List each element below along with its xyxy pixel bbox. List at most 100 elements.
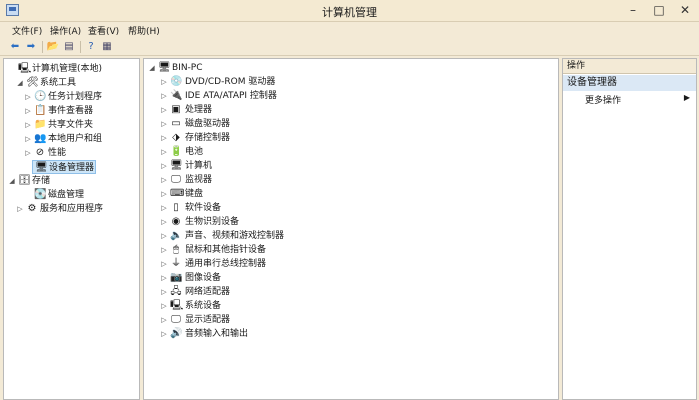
menu-view[interactable]: 查看(V)	[88, 24, 119, 37]
forward-arrow-icon[interactable]: ➡	[24, 40, 38, 53]
expand-arrow-icon[interactable]: ▷	[160, 103, 168, 117]
tree-item[interactable]: ▷ ⚙ 服务和应用程序	[4, 202, 139, 216]
monitor-icon: 🖵	[171, 174, 181, 185]
device-category-row[interactable]: ▷ 🖧 网络适配器	[144, 285, 544, 299]
device-category-row[interactable]: ▷ 🖥 计算机	[144, 159, 544, 173]
device-category-label: 电池	[185, 147, 204, 157]
show-hide-tree-icon[interactable]: ▤	[62, 40, 76, 53]
device-category-row[interactable]: ▷ 🖵 监视器	[144, 173, 544, 187]
tree-item[interactable]: ▷ 👥 本地用户和组	[4, 132, 139, 146]
device-category-row[interactable]: ▷ 🖵 显示适配器	[144, 313, 544, 327]
local-users-icon: 👥	[34, 133, 47, 144]
tree-item[interactable]: ▷ 📁 共享文件夹	[4, 118, 139, 132]
expand-arrow-icon[interactable]: ▷	[160, 257, 168, 271]
dvd-drive-icon: 💿	[170, 76, 183, 87]
tree-item[interactable]: 🖳 计算机管理(本地)	[4, 62, 139, 76]
device-category-label: 软件设备	[185, 203, 222, 213]
device-category-row[interactable]: ▷ ◉ 生物识别设备	[144, 215, 544, 229]
device-category-label: IDE ATA/ATAPI 控制器	[185, 91, 277, 101]
device-category-row[interactable]: ▷ 📷 图像设备	[144, 271, 544, 285]
system-tools-icon: 🛠	[26, 77, 39, 88]
expand-arrow-icon[interactable]: ▷	[160, 131, 168, 145]
actions-section-device-manager[interactable]: 设备管理器	[563, 75, 696, 91]
tree-item[interactable]: 🖥 设备管理器	[32, 160, 96, 174]
device-category-label: 显示适配器	[185, 315, 231, 325]
device-tree-root-label: BIN-PC	[172, 63, 203, 73]
expand-arrow-icon[interactable]: ▷	[160, 145, 168, 159]
device-category-row[interactable]: ▷ 🖱 鼠标和其他指针设备	[144, 243, 544, 257]
device-tree-root[interactable]: ◢ 🖥 BIN-PC	[144, 61, 544, 75]
expand-arrow-icon[interactable]: ▷	[160, 173, 168, 187]
sound-icon: 🔈	[170, 230, 183, 241]
more-actions-link[interactable]: 更多操作	[585, 93, 621, 106]
menu-file[interactable]: 文件(F)	[12, 24, 42, 37]
tree-item[interactable]: ▷ 📋 事件查看器	[4, 104, 139, 118]
expand-arrow-icon[interactable]: ◢	[8, 174, 16, 188]
expand-arrow-icon[interactable]: ▷	[24, 132, 32, 146]
menu-help[interactable]: 帮助(H)	[128, 24, 160, 37]
device-manager-icon: 🖥	[35, 162, 48, 173]
expand-arrow-icon[interactable]: ◢	[16, 76, 24, 90]
ide-controller-icon: 🔌	[170, 90, 183, 101]
minimize-button[interactable]: –	[620, 0, 646, 20]
device-category-row[interactable]: ▷ ⌨ 键盘	[144, 187, 544, 201]
expand-arrow-icon[interactable]: ▷	[160, 299, 168, 313]
device-category-row[interactable]: ▷ 💿 DVD/CD-ROM 驱动器	[144, 75, 544, 89]
performance-icon: ⊘	[35, 147, 45, 158]
maximize-button[interactable]: □	[646, 0, 672, 20]
device-category-row[interactable]: ▷ 🔌 IDE ATA/ATAPI 控制器	[144, 89, 544, 103]
expand-arrow-icon[interactable]: ▷	[24, 104, 32, 118]
menu-bar: 文件(F) 操作(A) 查看(V) 帮助(H)	[0, 22, 699, 38]
expand-arrow-icon[interactable]: ▷	[24, 90, 32, 104]
expand-arrow-icon[interactable]: ▷	[24, 118, 32, 132]
processor-icon: ▣	[171, 104, 181, 115]
device-category-row[interactable]: ▷ 🔊 音频输入和输出	[144, 327, 544, 341]
device-category-row[interactable]: ▷ 🔋 电池	[144, 145, 544, 159]
device-category-row[interactable]: ▷ 🖳 系统设备	[144, 299, 544, 313]
device-category-label: 鼠标和其他指针设备	[185, 245, 267, 255]
menu-action[interactable]: 操作(A)	[50, 24, 81, 37]
expand-arrow-icon[interactable]: ▷	[160, 215, 168, 229]
tree-item[interactable]: ◢ 🛠 系统工具	[4, 76, 139, 90]
expand-arrow-icon[interactable]: ▷	[160, 229, 168, 243]
device-category-row[interactable]: ▷ ⏚ 通用串行总线控制器	[144, 257, 544, 271]
disk-drive-icon: ▭	[171, 118, 181, 129]
audio-io-icon: 🔊	[170, 328, 183, 339]
actions-pane: 操作 设备管理器 更多操作 ▶	[562, 58, 697, 400]
expand-arrow-icon[interactable]: ▷	[160, 285, 168, 299]
expand-arrow-icon[interactable]: ▷	[160, 159, 168, 173]
device-category-label: 计算机	[185, 161, 213, 171]
expand-arrow-icon[interactable]: ▷	[160, 187, 168, 201]
tree-item[interactable]: 💽 磁盘管理	[4, 188, 139, 202]
device-category-label: 监视器	[185, 175, 213, 185]
actions-header: 操作	[563, 59, 696, 74]
expand-arrow-icon[interactable]: ▷	[160, 89, 168, 103]
expand-arrow-icon[interactable]: ▷	[160, 271, 168, 285]
tree-item-label: 存储	[32, 176, 51, 186]
expand-arrow-icon[interactable]: ▷	[160, 327, 168, 341]
expand-arrow-icon[interactable]: ▷	[160, 201, 168, 215]
device-category-row[interactable]: ▷ ▯ 软件设备	[144, 201, 544, 215]
tree-item[interactable]: ▷ 🕒 任务计划程序	[4, 90, 139, 104]
help-icon[interactable]: ?	[84, 40, 98, 53]
device-category-row[interactable]: ▷ 🔈 声音、视频和游戏控制器	[144, 229, 544, 243]
expand-arrow-icon[interactable]: ▷	[160, 243, 168, 257]
tree-item-label: 设备管理器	[49, 163, 95, 173]
close-button[interactable]: ✕	[672, 0, 698, 20]
up-folder-icon[interactable]: 📂	[46, 40, 60, 53]
collapse-arrow-icon[interactable]: ◢	[148, 61, 156, 75]
properties-icon[interactable]: ▦	[100, 40, 114, 53]
disk-management-icon: 💽	[34, 189, 47, 200]
expand-arrow-icon[interactable]: ▷	[160, 313, 168, 327]
tree-item[interactable]: ◢ 🗄 存储	[4, 174, 139, 188]
device-category-row[interactable]: ▷ ⬗ 存储控制器	[144, 131, 544, 145]
device-category-row[interactable]: ▷ ▣ 处理器	[144, 103, 544, 117]
device-category-row[interactable]: ▷ ▭ 磁盘驱动器	[144, 117, 544, 131]
expand-arrow-icon[interactable]: ▷	[24, 146, 32, 160]
expand-arrow-icon[interactable]: ▷	[16, 202, 24, 216]
expand-arrow-icon[interactable]: ▷	[160, 75, 168, 89]
device-category-label: 处理器	[185, 105, 213, 115]
expand-arrow-icon[interactable]: ▷	[160, 117, 168, 131]
back-arrow-icon[interactable]: ⬅	[8, 40, 22, 53]
tree-item[interactable]: ▷ ⊘ 性能	[4, 146, 139, 160]
